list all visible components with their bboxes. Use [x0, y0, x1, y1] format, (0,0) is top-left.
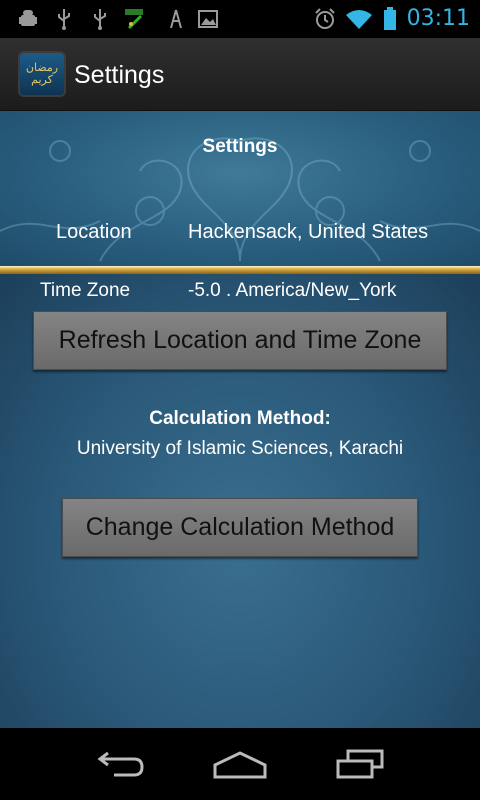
fake-gps-icon	[122, 8, 148, 30]
calc-method-value: University of Islamic Sciences, Karachi	[76, 438, 404, 459]
status-bar: 03:11	[0, 0, 480, 38]
recent-apps-icon[interactable]	[320, 742, 400, 786]
usb-icon	[88, 8, 112, 30]
signal-tower-icon	[164, 8, 188, 30]
app-logo-icon[interactable]: رمضان كريم	[20, 53, 64, 95]
android-debug-icon	[16, 8, 40, 30]
calc-method-label: Calculation Method:	[149, 408, 331, 429]
usb-icon	[52, 8, 76, 30]
logo-text-line2: كريم	[31, 73, 53, 86]
status-time: 03:11	[406, 6, 470, 31]
location-value: Hackensack, United States	[188, 221, 429, 243]
refresh-location-button[interactable]: Refresh Location and Time Zone	[33, 311, 447, 370]
image-icon	[196, 8, 220, 30]
wifi-icon	[344, 8, 374, 30]
home-icon[interactable]	[200, 742, 280, 786]
location-label: Location	[56, 221, 132, 243]
action-bar: رمضان كريم Settings	[0, 38, 480, 111]
alarm-icon	[312, 8, 338, 30]
change-calculation-method-button[interactable]: Change Calculation Method	[62, 498, 418, 557]
header-title: Settings	[202, 136, 278, 157]
timezone-label: Time Zone	[40, 280, 131, 301]
battery-icon	[382, 7, 398, 30]
nav-bar	[0, 728, 480, 800]
timezone-value: -5.0 . America/New_York	[188, 280, 397, 301]
app-title: Settings	[74, 61, 165, 89]
gold-divider	[0, 266, 480, 274]
back-icon[interactable]	[80, 742, 160, 786]
